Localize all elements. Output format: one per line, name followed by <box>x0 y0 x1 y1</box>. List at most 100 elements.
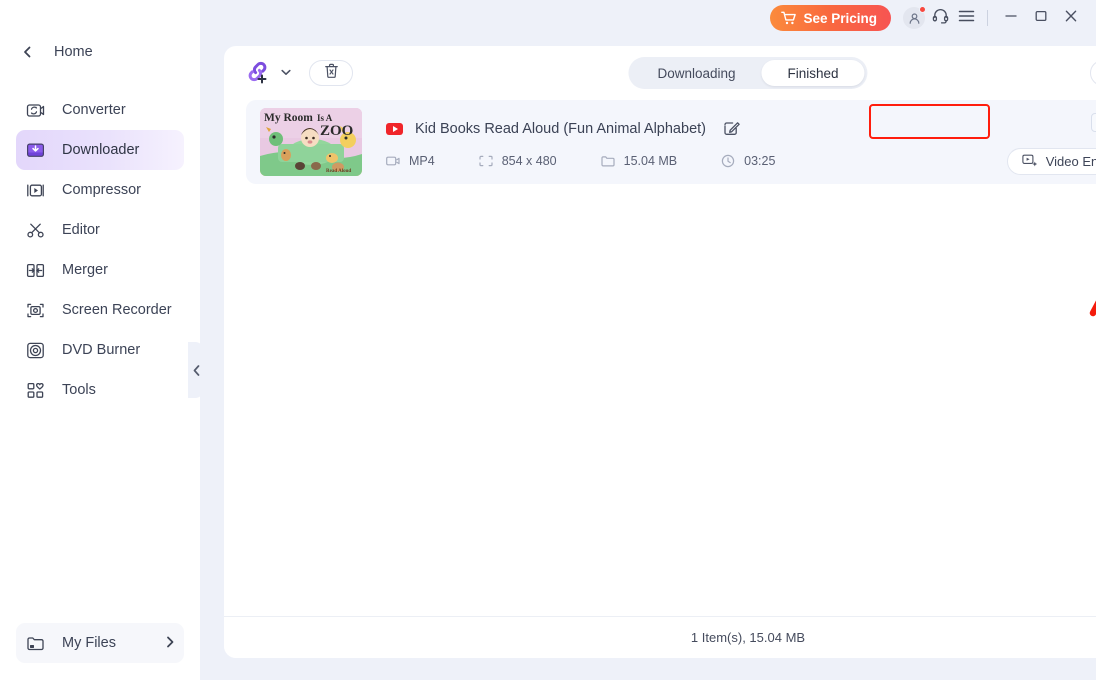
item-actions-top: CC TA Translate <box>1090 109 1096 136</box>
meta-size: 15.04 MB <box>601 153 678 168</box>
sidebar-item-my-files[interactable]: My Files <box>16 623 184 663</box>
headset-icon <box>932 7 949 29</box>
sidebar-nav: Converter Downloader Compressor Editor M… <box>0 90 200 410</box>
sidebar-item-label: My Files <box>62 635 116 651</box>
sidebar-item-label: Screen Recorder <box>62 302 172 318</box>
status-bar: 1 Item(s), 15.04 MB <box>224 616 1096 658</box>
video-meta-row: MP4 854 x 480 15.04 MB 03:25 <box>386 154 997 168</box>
sidebar-item-editor[interactable]: Editor <box>16 210 184 250</box>
sidebar-item-downloader[interactable]: Downloader <box>16 130 184 170</box>
sidebar-item-tools[interactable]: Tools <box>16 370 184 410</box>
meta-format: MP4 <box>386 154 435 168</box>
menu-button[interactable] <box>953 5 979 31</box>
video-enhancer-icon <box>1022 153 1038 170</box>
add-link-button[interactable] <box>246 60 291 86</box>
sidebar-footer: My Files <box>0 623 200 680</box>
sidebar-item-label: Converter <box>62 102 126 118</box>
video-thumbnail: My Room Is A ZOO Read Aloud <box>260 108 362 176</box>
sidebar-item-compressor[interactable]: Compressor <box>16 170 184 210</box>
cart-icon <box>781 11 797 25</box>
item-actions-bottom: Video Enhancer <box>1006 148 1096 175</box>
status-text: 1 Item(s), 15.04 MB <box>690 630 806 645</box>
sidebar-item-dvd-burner[interactable]: DVD Burner <box>16 330 184 370</box>
content-panel: Downloading Finished My Room Is A ZOO Re… <box>224 46 1096 658</box>
see-pricing-button[interactable]: See Pricing <box>770 5 891 31</box>
user-icon <box>903 6 926 29</box>
close-button[interactable] <box>1056 5 1086 31</box>
minimize-icon <box>1004 9 1018 27</box>
download-item-row[interactable]: My Room Is A ZOO Read Aloud Kid Books Re… <box>246 100 1096 184</box>
video-info: Kid Books Read Aloud (Fun Animal Alphabe… <box>386 117 997 168</box>
youtube-icon <box>386 122 403 135</box>
meta-duration: 03:25 <box>721 154 775 168</box>
maximize-button[interactable] <box>1026 5 1056 31</box>
toolbar: Downloading Finished <box>224 46 1096 100</box>
sidebar-item-label: Editor <box>62 222 100 238</box>
download-list: My Room Is A ZOO Read Aloud Kid Books Re… <box>224 100 1096 616</box>
sidebar-item-screen-recorder[interactable]: Screen Recorder <box>16 290 184 330</box>
meta-resolution: 854 x 480 <box>479 154 557 168</box>
sidebar-item-label: Compressor <box>62 182 141 198</box>
svg-text:Read Aloud: Read Aloud <box>326 169 351 174</box>
titlebar-divider <box>987 10 988 26</box>
cc-badge[interactable]: CC <box>1090 113 1096 132</box>
account-button[interactable] <box>901 5 927 31</box>
sidebar-item-label: Merger <box>62 262 108 278</box>
svg-text:Is A: Is A <box>317 113 333 123</box>
meta-value: 03:25 <box>744 153 776 168</box>
tab-downloading[interactable]: Downloading <box>631 60 761 86</box>
sidebar-item-label: Tools <box>62 382 96 398</box>
svg-text:My Room: My Room <box>264 112 313 124</box>
meta-value: 854 x 480 <box>501 153 557 168</box>
svg-text:ZOO: ZOO <box>320 123 353 139</box>
sidebar-item-label: Downloader <box>62 142 140 158</box>
meta-value: MP4 <box>409 153 435 168</box>
merger-icon <box>24 259 46 281</box>
tab-group: Downloading Finished <box>628 57 868 89</box>
chevron-right-icon <box>166 636 174 651</box>
downloader-icon <box>24 139 46 161</box>
support-button[interactable] <box>927 5 953 31</box>
chevron-left-icon <box>16 46 38 58</box>
sidebar-item-label: DVD Burner <box>62 342 141 358</box>
app-window: Home Converter Downloader Compressor Edi… <box>0 0 1096 680</box>
video-title: Kid Books Read Aloud (Fun Animal Alphabe… <box>415 120 706 137</box>
see-pricing-label: See Pricing <box>803 10 877 26</box>
tab-finished[interactable]: Finished <box>761 60 865 86</box>
maximize-icon <box>1034 9 1048 27</box>
sidebar: Home Converter Downloader Compressor Edi… <box>0 0 200 680</box>
title-bar: See Pricing <box>200 0 1096 36</box>
link-plus-icon <box>246 60 274 86</box>
folder-icon <box>24 632 46 654</box>
search-box[interactable] <box>1090 60 1096 86</box>
trash-icon <box>324 63 339 84</box>
main-area: See Pricing Downloading Finished My Room… <box>200 0 1096 680</box>
video-enhancer-label: Video Enhancer <box>1045 154 1096 169</box>
close-icon <box>1064 9 1078 27</box>
sidebar-home-label: Home <box>54 44 93 60</box>
converter-icon <box>24 99 46 121</box>
sidebar-item-converter[interactable]: Converter <box>16 90 184 130</box>
folder-size-icon <box>601 155 615 167</box>
edit-pencil-icon[interactable] <box>723 120 740 137</box>
disc-icon <box>24 339 46 361</box>
chevron-down-icon <box>281 68 291 78</box>
delete-button[interactable] <box>309 60 353 86</box>
resolution-icon <box>479 155 493 167</box>
tools-grid-icon <box>24 379 46 401</box>
notification-dot <box>919 6 926 13</box>
sidebar-item-merger[interactable]: Merger <box>16 250 184 290</box>
hamburger-menu-icon <box>958 9 975 28</box>
meta-value: 15.04 MB <box>623 153 678 168</box>
compressor-icon <box>24 179 46 201</box>
clock-icon <box>721 154 735 168</box>
scissors-icon <box>24 219 46 241</box>
sidebar-collapse-handle[interactable] <box>188 342 204 398</box>
video-enhancer-button[interactable]: Video Enhancer <box>1006 148 1096 175</box>
item-actions: CC TA Translate <box>1006 109 1096 175</box>
sidebar-home[interactable]: Home <box>16 36 184 68</box>
video-format-icon <box>386 155 400 167</box>
minimize-button[interactable] <box>996 5 1026 31</box>
video-title-row: Kid Books Read Aloud (Fun Animal Alphabe… <box>386 117 997 141</box>
screen-recorder-icon <box>24 299 46 321</box>
